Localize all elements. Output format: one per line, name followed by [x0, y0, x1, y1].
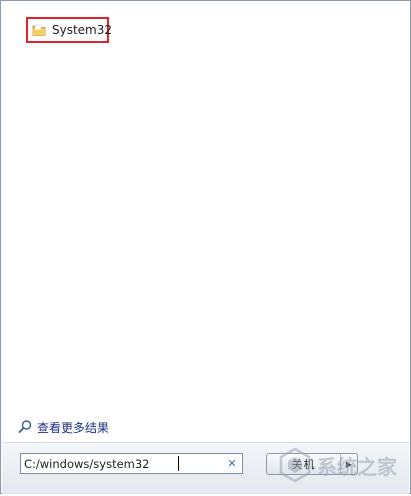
search-icon — [17, 419, 33, 435]
result-item-system32[interactable]: System32 — [26, 17, 113, 43]
shutdown-button[interactable]: 关机 ▶ — [266, 453, 358, 475]
chevron-right-icon[interactable]: ▶ — [341, 460, 357, 469]
bottom-bar: ✕ 关机 ▶ — [2, 442, 409, 494]
shutdown-label: 关机 — [291, 458, 316, 471]
search-box[interactable]: ✕ — [20, 453, 243, 474]
see-more-results-link[interactable]: 查看更多结果 — [17, 418, 109, 436]
text-caret — [178, 456, 179, 471]
search-input[interactable] — [21, 454, 222, 473]
search-results-area: System32 查看更多结果 — [2, 2, 409, 442]
close-icon[interactable]: ✕ — [222, 454, 242, 473]
result-item-label: System32 — [52, 23, 113, 37]
see-more-label: 查看更多结果 — [37, 420, 110, 435]
folder-icon — [32, 23, 46, 37]
start-menu: System32 查看更多结果 ✕ 关机 ▶ — [0, 0, 411, 494]
